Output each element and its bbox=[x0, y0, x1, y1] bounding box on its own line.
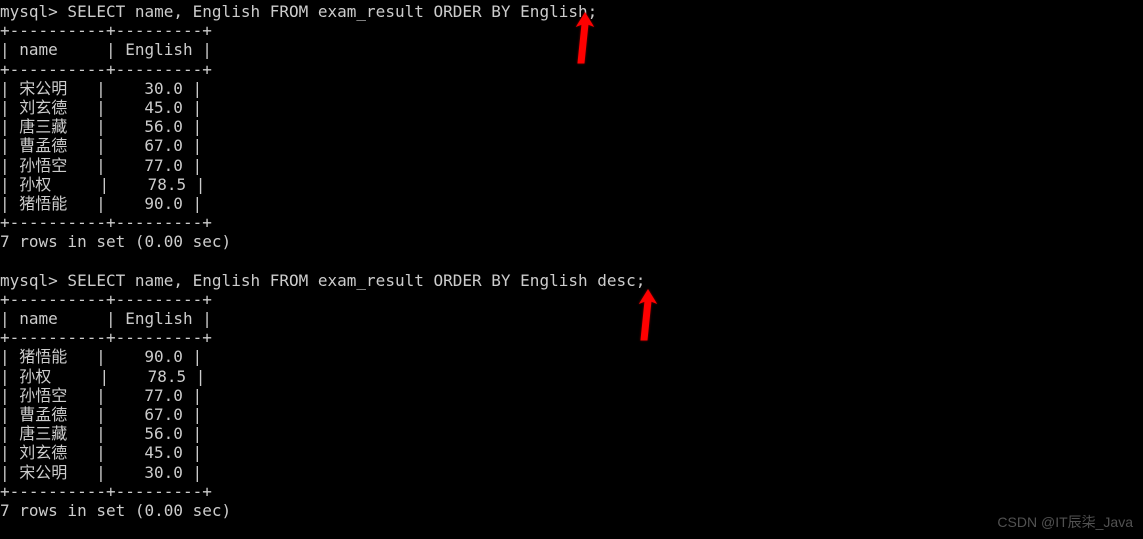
col-header-name: name bbox=[19, 40, 58, 59]
table-row: | 宋公明 | 30.0 | bbox=[0, 79, 1143, 98]
table-header-row: | name | English | bbox=[0, 40, 1143, 59]
sql-prompt-line: mysql> SELECT name, English FROM exam_re… bbox=[0, 2, 1143, 21]
result-footer: 7 rows in set (0.00 sec) bbox=[0, 232, 1143, 251]
table-row: | 刘玄德 | 45.0 | bbox=[0, 98, 1143, 117]
table-border: +----------+---------+ bbox=[0, 60, 1143, 79]
table-row: | 唐三藏 | 56.0 | bbox=[0, 117, 1143, 136]
result-footer: 7 rows in set (0.00 sec) bbox=[0, 501, 1143, 520]
table-row: | 曹孟德 | 67.0 | bbox=[0, 136, 1143, 155]
table-border: +----------+---------+ bbox=[0, 213, 1143, 232]
table-row: | 曹孟德 | 67.0 | bbox=[0, 405, 1143, 424]
table-row: | 刘玄德 | 45.0 | bbox=[0, 443, 1143, 462]
col-header-name: name bbox=[19, 309, 58, 328]
watermark-text: CSDN @IT辰柒_Java bbox=[997, 514, 1133, 531]
table-border: +----------+---------+ bbox=[0, 21, 1143, 40]
sql-query-1: SELECT name, English FROM exam_result OR… bbox=[58, 2, 597, 21]
table-row: | 孙悟空 | 77.0 | bbox=[0, 386, 1143, 405]
blank-line bbox=[0, 251, 1143, 270]
prompt: mysql> bbox=[0, 2, 58, 21]
table-border: +----------+---------+ bbox=[0, 482, 1143, 501]
sql-prompt-line: mysql> SELECT name, English FROM exam_re… bbox=[0, 271, 1143, 290]
prompt: mysql> bbox=[0, 271, 58, 290]
table-row: | 唐三藏 | 56.0 | bbox=[0, 424, 1143, 443]
table-row: | 孙悟空 | 77.0 | bbox=[0, 156, 1143, 175]
terminal-output: mysql> SELECT name, English FROM exam_re… bbox=[0, 2, 1143, 520]
sql-query-2: SELECT name, English FROM exam_result OR… bbox=[58, 271, 646, 290]
table-border: +----------+---------+ bbox=[0, 290, 1143, 309]
col-header-english: English bbox=[125, 40, 192, 59]
table-row: | 猪悟能 | 90.0 | bbox=[0, 194, 1143, 213]
table-row: | 猪悟能 | 90.0 | bbox=[0, 347, 1143, 366]
table-border: +----------+---------+ bbox=[0, 328, 1143, 347]
table-row: | 孙权 | 78.5 | bbox=[0, 367, 1143, 386]
table-row: | 孙权 | 78.5 | bbox=[0, 175, 1143, 194]
table-header-row: | name | English | bbox=[0, 309, 1143, 328]
col-header-english: English bbox=[125, 309, 192, 328]
table-row: | 宋公明 | 30.0 | bbox=[0, 463, 1143, 482]
